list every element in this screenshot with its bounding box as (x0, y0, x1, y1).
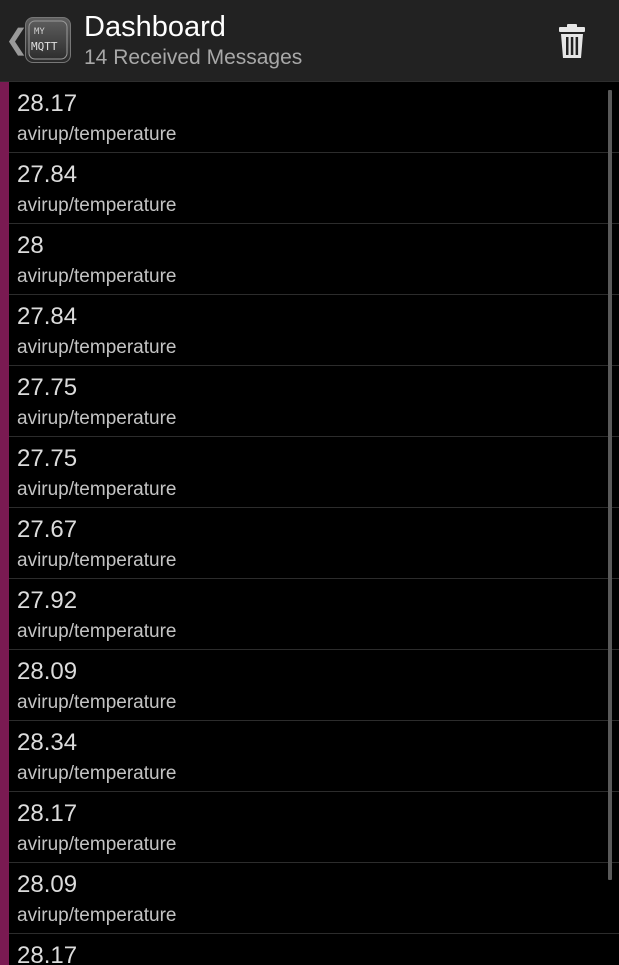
scrollbar-thumb[interactable] (608, 90, 612, 880)
message-payload: 27.92 (17, 587, 78, 614)
message-list-item[interactable]: 28.09 avirup/temperature (9, 863, 619, 934)
message-payload: 28.09 (17, 658, 78, 685)
message-topic: avirup/temperature (17, 408, 177, 429)
message-list-item[interactable]: 27.84 avirup/temperature (9, 153, 619, 224)
message-payload: 27.75 (17, 374, 78, 401)
message-payload: 27.84 (17, 303, 78, 330)
message-payload: 28.34 (17, 729, 78, 756)
up-navigation-button[interactable]: ❮ MY MQTT (0, 0, 80, 82)
message-topic: avirup/temperature (17, 550, 177, 571)
message-list-item[interactable]: 28.17 avirup/temperature (9, 82, 619, 153)
message-list-item[interactable]: 27.75 avirup/temperature (9, 437, 619, 508)
message-list-item[interactable]: 28.17 (9, 934, 619, 965)
message-rows: 28.17 avirup/temperature 27.84 avirup/tempe… (0, 82, 619, 965)
delete-messages-button[interactable] (548, 16, 596, 64)
page-title: Dashboard (84, 11, 226, 43)
message-topic: avirup/temperature (17, 266, 177, 287)
message-payload: 28.17 (17, 942, 78, 965)
accent-strip (0, 82, 9, 965)
logo-text-bottom: MQTT (31, 40, 58, 53)
message-topic: avirup/temperature (17, 763, 177, 784)
received-count-subtitle: 14 Received Messages (84, 46, 303, 69)
message-payload: 28 (17, 232, 44, 259)
logo-text-top: MY (34, 27, 45, 37)
message-topic: avirup/temperature (17, 124, 177, 145)
message-list-item[interactable]: 28.34 avirup/temperature (9, 721, 619, 792)
message-list[interactable]: 28.17 avirup/temperature 27.84 avirup/tempe… (0, 82, 619, 965)
message-payload: 28.17 (17, 90, 78, 117)
message-list-item[interactable]: 28.09 avirup/temperature (9, 650, 619, 721)
message-topic: avirup/temperature (17, 834, 177, 855)
message-topic: avirup/temperature (17, 905, 177, 926)
message-payload: 28.17 (17, 800, 78, 827)
message-topic: avirup/temperature (17, 479, 177, 500)
message-list-item[interactable]: 27.92 avirup/temperature (9, 579, 619, 650)
message-list-item[interactable]: 27.75 avirup/temperature (9, 366, 619, 437)
message-payload: 27.75 (17, 445, 78, 472)
message-payload: 27.84 (17, 161, 78, 188)
message-list-item[interactable]: 28 avirup/temperature (9, 224, 619, 295)
message-payload: 28.09 (17, 871, 78, 898)
title-block: Dashboard 14 Received Messages (84, 10, 302, 72)
message-list-item[interactable]: 27.84 avirup/temperature (9, 295, 619, 366)
message-topic: avirup/temperature (17, 337, 177, 358)
message-payload: 27.67 (17, 516, 78, 543)
message-topic: avirup/temperature (17, 621, 177, 642)
mymqtt-logo-icon: MY MQTT (25, 17, 71, 63)
message-list-item[interactable]: 28.17 avirup/temperature (9, 792, 619, 863)
message-list-item[interactable]: 27.67 avirup/temperature (9, 508, 619, 579)
action-bar: ❮ MY MQTT Dashboard 14 Received Messages (0, 0, 619, 82)
mqtt-dashboard-screen: ❮ MY MQTT Dashboard 14 Received Messages (0, 0, 619, 965)
trash-icon (559, 24, 585, 58)
message-topic: avirup/temperature (17, 692, 177, 713)
message-topic: avirup/temperature (17, 195, 177, 216)
